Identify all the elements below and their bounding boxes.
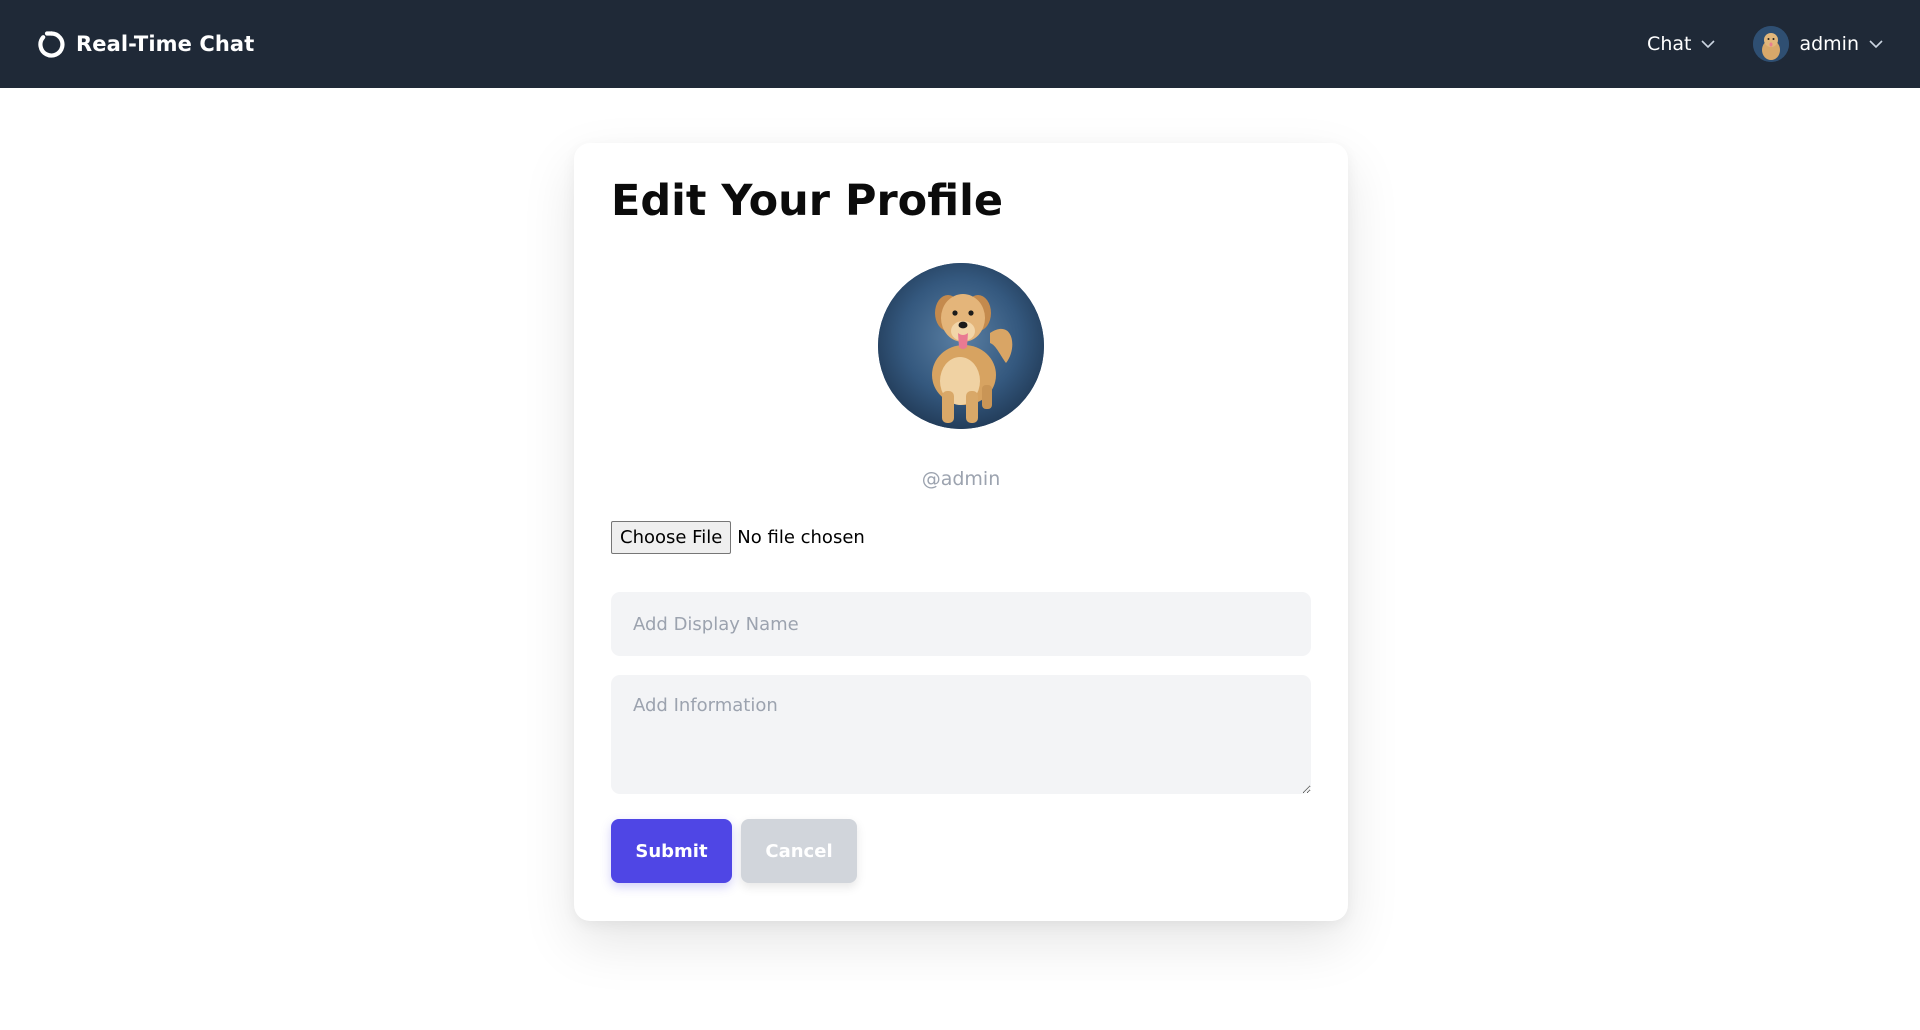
user-menu-button[interactable]: admin bbox=[1753, 26, 1883, 62]
user-avatar bbox=[1753, 26, 1790, 62]
chat-menu-button[interactable]: Chat bbox=[1647, 33, 1716, 55]
chevron-down-icon bbox=[1701, 39, 1716, 49]
top-navbar: Real-Time Chat Chat admin bbox=[0, 0, 1920, 88]
choose-file-button[interactable]: Choose File bbox=[611, 521, 732, 554]
avatar-upload: Choose File No file chosen bbox=[611, 521, 865, 554]
username-handle: @admin bbox=[921, 468, 1001, 490]
profile-avatar bbox=[878, 263, 1044, 429]
information-textarea[interactable] bbox=[611, 675, 1311, 794]
brand-link[interactable]: Real-Time Chat bbox=[37, 30, 254, 59]
edit-profile-card: Edit Your Profile @admin Choose File No … bbox=[574, 143, 1348, 921]
cancel-button[interactable]: Cancel bbox=[741, 819, 857, 883]
nav-menu: Chat admin bbox=[1647, 26, 1883, 62]
chevron-down-icon bbox=[1869, 39, 1883, 49]
submit-button[interactable]: Submit bbox=[611, 819, 732, 883]
circle-refresh-icon bbox=[37, 30, 66, 59]
user-menu-label: admin bbox=[1799, 33, 1859, 55]
chat-menu-label: Chat bbox=[1647, 33, 1692, 55]
file-status-text: No file chosen bbox=[737, 527, 865, 548]
display-name-input[interactable] bbox=[611, 592, 1311, 656]
page-title: Edit Your Profile bbox=[611, 176, 1003, 226]
brand-title: Real-Time Chat bbox=[76, 32, 255, 56]
